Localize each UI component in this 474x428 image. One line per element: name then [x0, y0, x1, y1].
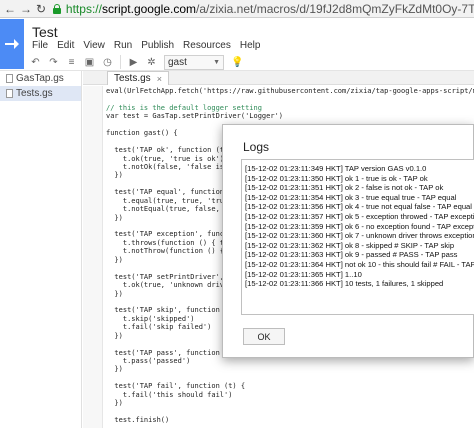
menu-bar: File Edit View Run Publish Resources Help: [32, 40, 260, 51]
undo-icon[interactable]: ↶: [30, 57, 41, 68]
function-select-value: gast: [168, 56, 187, 68]
code-line: t.pass('passed'): [106, 357, 191, 365]
file-item[interactable]: GasTap.gs: [0, 71, 81, 86]
log-line: [15-12-02 01:23:11:356 HKT] ok 4 - true …: [245, 202, 472, 212]
logs-dialog: Logs [15-12-02 01:23:11:349 HKT] TAP ver…: [222, 124, 474, 358]
function-select[interactable]: gast ▼: [164, 54, 224, 70]
log-line: [15-12-02 01:23:11:363 HKT] ok 9 - passe…: [245, 250, 458, 260]
menu-item-file[interactable]: File: [32, 40, 48, 51]
save-icon[interactable]: ▣: [84, 57, 95, 68]
editor-tab-strip: Tests.gs ×: [83, 71, 474, 85]
file-name: Tests.gs: [16, 88, 53, 99]
toolbar-divider: [120, 55, 121, 69]
lightbulb-icon[interactable]: 💡: [231, 57, 243, 68]
file-icon: [6, 89, 13, 98]
indent-icon[interactable]: ≡: [66, 57, 77, 68]
file-sidebar: GasTap.gs Tests.gs: [0, 71, 82, 428]
code-line: test.finish(): [106, 416, 170, 425]
code-line: }): [106, 365, 123, 374]
back-icon[interactable]: ←: [4, 0, 16, 18]
url-host: script.google.com: [101, 1, 196, 16]
log-line: [15-12-02 01:23:11:351 HKT] ok 2 - false…: [245, 183, 444, 193]
log-line: [15-12-02 01:23:11:357 HKT] ok 5 - excep…: [245, 211, 474, 221]
log-line: [15-12-02 01:23:11:350 HKT] ok 1 - true …: [245, 173, 428, 183]
toolbar: ↶ ↷ ≡ ▣ ◷ ▶ ✲ gast ▼ 💡: [0, 53, 474, 71]
tab-label: Tests.gs: [114, 73, 151, 84]
log-line: [15-12-02 01:23:11:365 HKT] 1..10: [245, 269, 362, 279]
browser-address-bar: ← → ↻ https://script.google.com/a/zixia.…: [0, 0, 474, 18]
code-line: eval(UrlFetchApp.fetch('https://raw.gith…: [106, 87, 474, 95]
code-line: }): [106, 399, 123, 408]
run-icon[interactable]: ▶: [128, 57, 139, 68]
log-output[interactable]: [15-12-02 01:23:11:349 HKT] TAP version …: [241, 159, 474, 315]
log-line: [15-12-02 01:23:11:354 HKT] ok 3 - true …: [245, 192, 457, 202]
triggers-clock-icon[interactable]: ◷: [102, 57, 113, 68]
menu-item-publish[interactable]: Publish: [141, 40, 174, 51]
code-line: t.fail('this should fail'): [106, 390, 233, 399]
url-path: /a/zixia.net/macros/d/19fJ2d8mQmZyFkZdMt…: [196, 1, 474, 16]
log-line: [15-12-02 01:23:11:362 HKT] ok 8 - skipp…: [245, 240, 455, 250]
log-line: [15-12-02 01:23:11:359 HKT] ok 6 - no ex…: [245, 221, 474, 231]
debug-icon[interactable]: ✲: [146, 57, 157, 68]
arrow-right-icon: [5, 39, 19, 49]
forward-icon[interactable]: →: [20, 0, 32, 18]
menu-item-resources[interactable]: Resources: [183, 40, 231, 51]
code-line: // this is the default logger setting: [106, 103, 262, 112]
chevron-down-icon: ▼: [213, 58, 220, 66]
dialog-title: Logs: [243, 140, 270, 154]
log-line: [15-12-02 01:23:11:366 HKT] 10 tests, 1 …: [245, 279, 444, 289]
file-name: GasTap.gs: [16, 73, 64, 84]
close-icon[interactable]: ×: [157, 74, 162, 84]
log-line: [15-12-02 01:23:11:360 HKT] ok 7 - unkno…: [245, 231, 474, 241]
menu-item-help[interactable]: Help: [240, 40, 261, 51]
url-field[interactable]: https://script.google.com/a/zixia.net/ma…: [66, 2, 474, 16]
lock-icon: [52, 3, 61, 14]
reload-icon[interactable]: ↻: [36, 0, 46, 18]
ok-button[interactable]: OK: [243, 328, 285, 345]
menu-item-view[interactable]: View: [83, 40, 105, 51]
tab-tests-gs[interactable]: Tests.gs ×: [107, 71, 169, 85]
log-line: [15-12-02 01:23:11:364 HKT] not ok 10 - …: [245, 259, 474, 269]
code-line: var test = GasTap.setPrintDriver('Logger…: [106, 112, 284, 121]
line-number-gutter: [83, 86, 103, 428]
file-item[interactable]: Tests.gs: [0, 86, 81, 101]
url-protocol: https://: [65, 1, 102, 16]
file-icon: [6, 74, 13, 83]
log-line: [15-12-02 01:23:11:349 HKT] TAP version …: [245, 164, 427, 173]
menu-item-run[interactable]: Run: [114, 40, 132, 51]
project-title[interactable]: Test: [32, 24, 58, 40]
code-line: test('TAP fail', function (t) {: [106, 382, 246, 391]
menu-item-edit[interactable]: Edit: [57, 40, 74, 51]
redo-icon[interactable]: ↷: [48, 57, 59, 68]
